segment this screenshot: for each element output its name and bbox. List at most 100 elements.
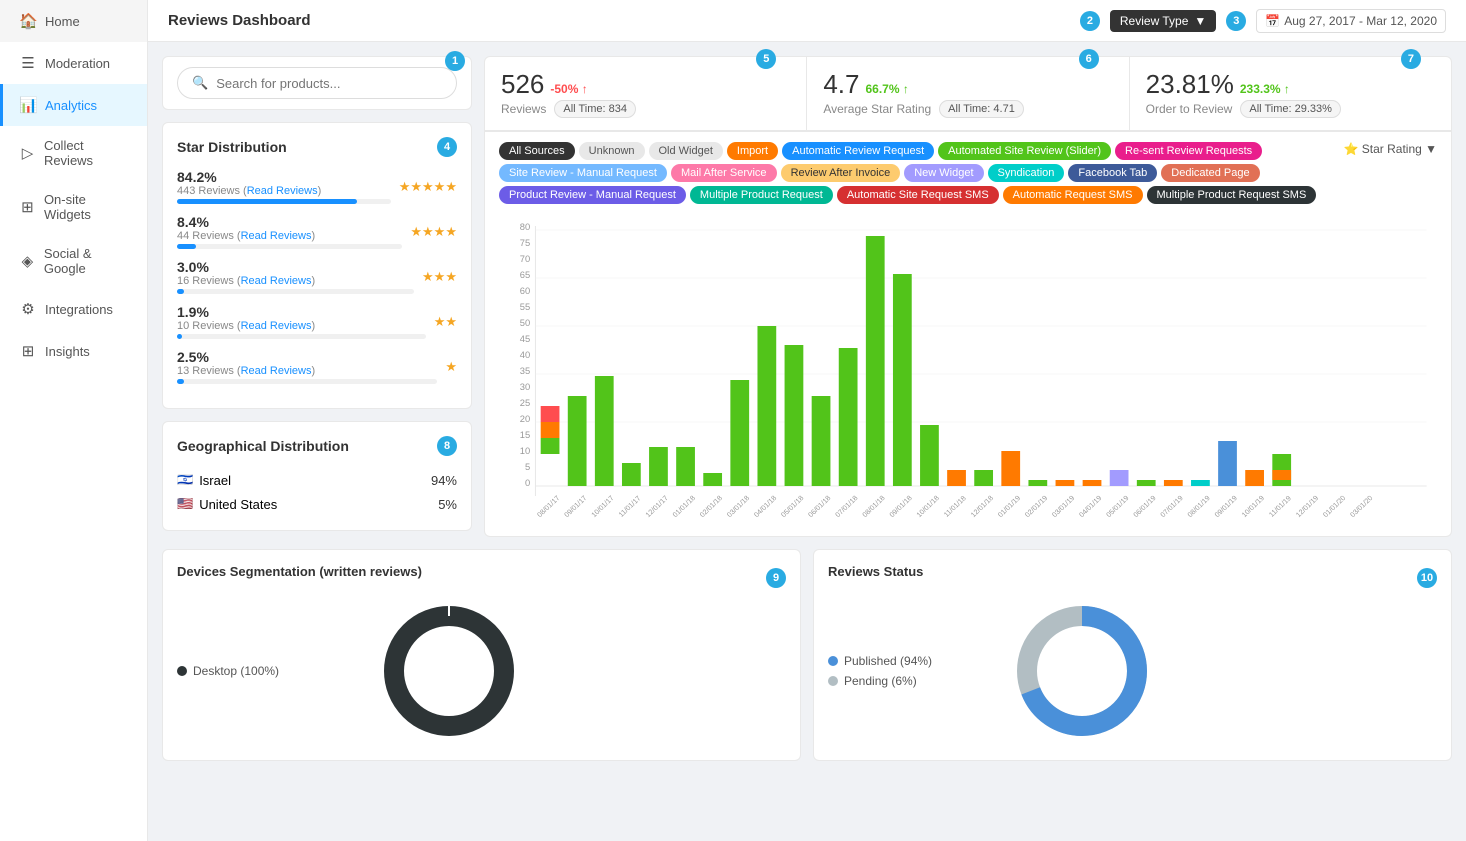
desktop-dot (177, 666, 187, 676)
svg-text:03/01/19: 03/01/19 (1051, 494, 1077, 519)
sidebar-item-moderation[interactable]: ☰ Moderation (0, 42, 147, 84)
sidebar-label-widgets: On-site Widgets (44, 192, 131, 222)
page-title: Reviews Dashboard (168, 12, 311, 29)
svg-text:08/01/17: 08/01/17 (536, 494, 562, 519)
desktop-label: Desktop (100%) (193, 664, 279, 678)
order-change: 233.3% ↑ (1240, 82, 1290, 96)
star-label: Average Star Rating (823, 102, 931, 116)
svg-text:11/01/18: 11/01/18 (942, 494, 967, 518)
svg-text:06/01/19: 06/01/19 (1132, 494, 1158, 519)
left-panel: 🔍 1 Star Distribution 4 84.2% 443 Review… (162, 56, 472, 537)
filter-tag-8[interactable]: Mail After Service (671, 164, 777, 182)
status-donut-area: Published (94%) Pending (6%) (828, 601, 1437, 746)
collect-icon: ▷ (19, 144, 36, 162)
filter-tag-14[interactable]: Product Review - Manual Request (499, 186, 686, 204)
review-type-label: Review Type (1120, 14, 1188, 28)
geo-header: Geographical Distribution 8 (177, 436, 457, 456)
read-reviews-link[interactable]: Read Reviews (241, 275, 312, 287)
star-bar-inner (177, 334, 182, 339)
stats-row: 5 526 -50% ↑ Reviews All Time: 834 6 (484, 56, 1452, 132)
order-all-time: All Time: 29.33% (1240, 100, 1341, 118)
badge-6: 6 (1079, 49, 1099, 69)
badge-3: 3 (1226, 11, 1246, 31)
sidebar-item-onsite-widgets[interactable]: ⊞ On-site Widgets (0, 180, 147, 234)
sidebar-item-home[interactable]: 🏠 Home (0, 0, 147, 42)
svg-text:50: 50 (520, 318, 530, 328)
filter-tag-12[interactable]: Facebook Tab (1068, 164, 1157, 182)
sidebar-item-social-google[interactable]: ◈ Social & Google (0, 234, 147, 288)
filter-tag-0[interactable]: All Sources (499, 142, 575, 160)
filter-tag-6[interactable]: Re-sent Review Requests (1115, 142, 1262, 160)
filter-tag-17[interactable]: Automatic Request SMS (1003, 186, 1143, 204)
content-area: 🔍 1 Star Distribution 4 84.2% 443 Review… (148, 42, 1466, 841)
svg-text:10/01/18: 10/01/18 (915, 494, 941, 519)
filter-tag-11[interactable]: Syndication (988, 164, 1065, 182)
svg-text:60: 60 (520, 286, 530, 296)
chart-panel: All SourcesUnknownOld WidgetImportAutoma… (484, 132, 1452, 537)
badge-10: 10 (1417, 568, 1437, 588)
filter-tag-5[interactable]: Automated Site Review (Slider) (938, 142, 1111, 160)
svg-text:75: 75 (520, 238, 530, 248)
svg-text:11/01/17: 11/01/17 (617, 494, 642, 518)
date-range-picker[interactable]: 📅 Aug 27, 2017 - Mar 12, 2020 (1256, 9, 1446, 33)
read-reviews-link[interactable]: Read Reviews (241, 230, 312, 242)
social-icon: ◈ (19, 252, 36, 270)
svg-text:09/01/19: 09/01/19 (1213, 494, 1239, 519)
star-rating-number: 4.7 (823, 69, 859, 100)
reviews-label: Reviews (501, 102, 546, 116)
star-filter[interactable]: ⭐ Star Rating ▼ (1343, 142, 1437, 156)
badge-9: 9 (766, 568, 786, 588)
search-input[interactable] (216, 76, 442, 91)
filter-tag-15[interactable]: Multiple Product Request (690, 186, 833, 204)
order-label: Order to Review (1146, 102, 1233, 116)
devices-donut-chart (379, 601, 519, 746)
sidebar-label-social: Social & Google (44, 246, 131, 276)
filter-tag-1[interactable]: Unknown (579, 142, 645, 160)
star-all-time: All Time: 4.71 (939, 100, 1024, 118)
star-distribution-card: Star Distribution 4 84.2% 443 Reviews (R… (162, 122, 472, 409)
filter-tag-4[interactable]: Automatic Review Request (782, 142, 934, 160)
sidebar-item-analytics[interactable]: 📊 Analytics (0, 84, 147, 126)
svg-text:20: 20 (520, 414, 530, 424)
filter-tag-7[interactable]: Site Review - Manual Request (499, 164, 667, 182)
reviews-top: 526 -50% ↑ (501, 69, 790, 100)
chart-svg: 80 75 70 65 60 55 50 45 40 35 30 25 (499, 216, 1437, 526)
geo-percentage: 5% (438, 497, 457, 512)
top-header: Reviews Dashboard 2 Review Type ▼ 3 📅 Au… (148, 0, 1466, 42)
reviews-status-title: Reviews Status (828, 564, 923, 579)
filter-tag-9[interactable]: Review After Invoice (781, 164, 901, 182)
search-icon: 🔍 (192, 75, 208, 91)
filter-tag-10[interactable]: New Widget (904, 164, 983, 182)
search-box[interactable]: 🔍 (177, 67, 457, 99)
star-icons: ★ (445, 359, 457, 375)
svg-text:12/01/17: 12/01/17 (644, 494, 670, 519)
sidebar-item-insights[interactable]: ⊞ Insights (0, 330, 147, 372)
read-reviews-link[interactable]: Read Reviews (247, 185, 318, 197)
filter-tag-18[interactable]: Multiple Product Request SMS (1147, 186, 1317, 204)
geo-flag: 🇮🇱 (177, 472, 193, 488)
filter-tag-13[interactable]: Dedicated Page (1161, 164, 1259, 182)
filter-tag-3[interactable]: Import (727, 142, 778, 160)
sidebar-item-collect-reviews[interactable]: ▷ Collect Reviews (0, 126, 147, 180)
review-type-dropdown[interactable]: Review Type ▼ (1110, 10, 1216, 32)
svg-text:10/01/19: 10/01/19 (1240, 494, 1266, 519)
svg-text:03/01/20: 03/01/20 (1349, 494, 1375, 519)
svg-text:03/01/18: 03/01/18 (725, 494, 751, 519)
filter-tag-16[interactable]: Automatic Site Request SMS (837, 186, 999, 204)
right-panel: 5 526 -50% ↑ Reviews All Time: 834 6 (484, 56, 1452, 537)
star-row-5: 2.5% 13 Reviews (Read Reviews) ★ (177, 349, 457, 384)
read-reviews-link[interactable]: Read Reviews (241, 320, 312, 332)
svg-text:0: 0 (525, 478, 530, 488)
svg-text:30: 30 (520, 382, 530, 392)
reviews-status-card: Reviews Status 10 Published (94%) Pendin… (813, 549, 1452, 761)
sidebar-item-integrations[interactable]: ⚙ Integrations (0, 288, 147, 330)
read-reviews-link[interactable]: Read Reviews (241, 365, 312, 377)
order-number: 23.81% (1146, 69, 1234, 100)
sidebar-label-analytics: Analytics (45, 98, 97, 113)
filter-tag-2[interactable]: Old Widget (649, 142, 723, 160)
geo-percentage: 94% (431, 473, 457, 488)
sidebar-label-moderation: Moderation (45, 56, 110, 71)
svg-text:05/01/18: 05/01/18 (780, 494, 806, 519)
svg-text:10/01/17: 10/01/17 (590, 494, 616, 519)
badge-1: 1 (445, 51, 465, 71)
